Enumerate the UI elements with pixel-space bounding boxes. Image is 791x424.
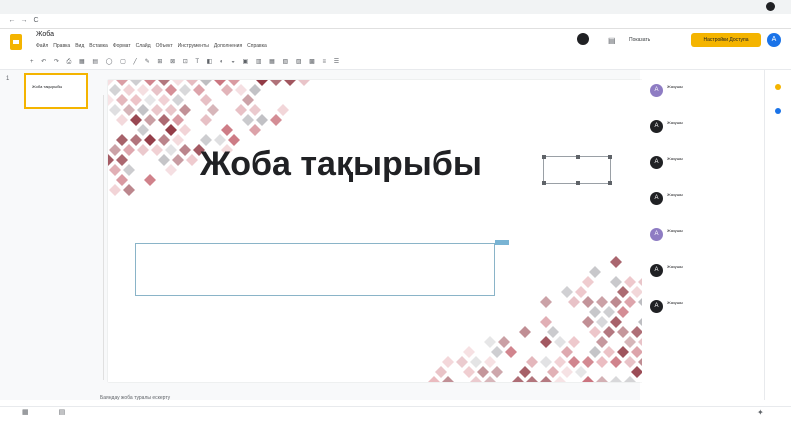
bottom-bar — [0, 406, 791, 424]
explore-icon[interactable]: ✦ — [757, 408, 764, 417]
comment-author: Жазушы — [667, 84, 683, 89]
share-button[interactable]: Настройки Доступа — [691, 33, 761, 47]
comment-author: Жазушы — [667, 192, 683, 197]
menu-item[interactable]: Инструменты — [178, 43, 209, 49]
browser-profile-icon[interactable] — [766, 2, 775, 11]
menu-item[interactable]: Слайд — [136, 43, 151, 49]
comment-item[interactable]: A Жазушы — [650, 300, 754, 328]
browser-address-bar[interactable]: ← → C — [0, 14, 791, 29]
resize-handle[interactable] — [576, 181, 580, 185]
collaborator-cursor-tag — [495, 240, 509, 245]
speaker-notes[interactable]: Баяндау жоба туралы ескерту — [100, 395, 170, 401]
comment-avatar: A — [650, 84, 663, 97]
comment-author: Жазушы — [667, 264, 683, 269]
forward-icon[interactable]: → — [20, 17, 28, 25]
comment-avatar: A — [650, 228, 663, 241]
decorative-diamond-pattern — [108, 80, 644, 382]
selected-text-box[interactable] — [542, 155, 612, 185]
menu-item[interactable]: Формат — [113, 43, 131, 49]
back-icon[interactable]: ← — [8, 17, 16, 25]
menu-item[interactable]: Правка — [53, 43, 70, 49]
slides-logo-icon[interactable] — [10, 34, 22, 50]
comment-author: Жазушы — [667, 156, 683, 161]
slide-title[interactable]: Жоба тақырыбы — [200, 145, 482, 184]
slide-number: 1 — [6, 76, 10, 82]
resize-handle[interactable] — [608, 181, 612, 185]
comment-avatar: A — [650, 120, 663, 133]
slide-thumbnail-title: Жоба тақырыбы — [32, 84, 63, 89]
comment-avatar: A — [650, 192, 663, 205]
keep-icon[interactable] — [775, 84, 781, 90]
comment-avatar: A — [650, 264, 663, 277]
document-title[interactable]: Жоба — [36, 31, 54, 38]
side-panel-strip — [764, 70, 791, 400]
comment-item[interactable]: A Жазушы — [650, 84, 754, 112]
user-avatar[interactable]: A — [767, 33, 781, 47]
reload-icon[interactable]: C — [32, 17, 40, 25]
menu-bar: Файл Правка Вид Вставка Формат Слайд Объект Инс… — [36, 43, 436, 51]
comment-item[interactable]: A Жазушы — [650, 264, 754, 292]
slide-canvas[interactable] — [108, 80, 644, 382]
slide-filmstrip — [0, 70, 95, 400]
comment-item[interactable]: A Жазушы — [650, 120, 754, 148]
menu-item[interactable]: Вставка — [89, 43, 108, 49]
comment-item[interactable]: A Жазушы — [650, 156, 754, 184]
comment-avatar: A — [650, 156, 663, 169]
menu-item[interactable]: Файл — [36, 43, 48, 49]
comments-panel: A Жазушы A Жазушы A Жазушы A Жазушы A Жазушы A Жазу… — [642, 70, 762, 400]
toolbar-icons[interactable]: + ↶ ↷ ⎙ ▦ ▤ ◯ ▢ ╱ ✎ ⊞ ⊠ ⊡ T ◧ ◐ ◒ ▣ ▥ ▦ … — [30, 58, 550, 67]
browser-tab-bar — [0, 0, 791, 14]
menu-item[interactable]: Вид — [75, 43, 84, 49]
present-button[interactable]: Показать — [629, 33, 685, 47]
view-toggle-icons[interactable]: ▦▤ — [22, 408, 95, 416]
menu-item[interactable]: Дополнения — [214, 43, 242, 49]
comment-author: Жазушы — [667, 120, 683, 125]
resize-handle[interactable] — [542, 181, 546, 185]
resize-handle[interactable] — [542, 155, 546, 159]
collaborator-avatar[interactable] — [577, 33, 589, 45]
comment-author: Жазушы — [667, 300, 683, 305]
comment-avatar: A — [650, 300, 663, 313]
comments-icon[interactable]: ▤ — [608, 36, 616, 45]
menu-item[interactable]: Объект — [156, 43, 173, 49]
subtitle-text-box[interactable] — [135, 243, 495, 296]
menu-item[interactable]: Справка — [247, 43, 267, 49]
tasks-icon[interactable] — [775, 108, 781, 114]
url-field[interactable] — [60, 16, 480, 25]
slide-thumbnail[interactable] — [24, 73, 88, 109]
comment-item[interactable]: A Жазушы — [650, 192, 754, 220]
resize-handle[interactable] — [576, 155, 580, 159]
comment-item[interactable]: A Жазушы — [650, 228, 754, 256]
resize-handle[interactable] — [608, 155, 612, 159]
vertical-ruler — [97, 95, 104, 380]
comment-author: Жазушы — [667, 228, 683, 233]
